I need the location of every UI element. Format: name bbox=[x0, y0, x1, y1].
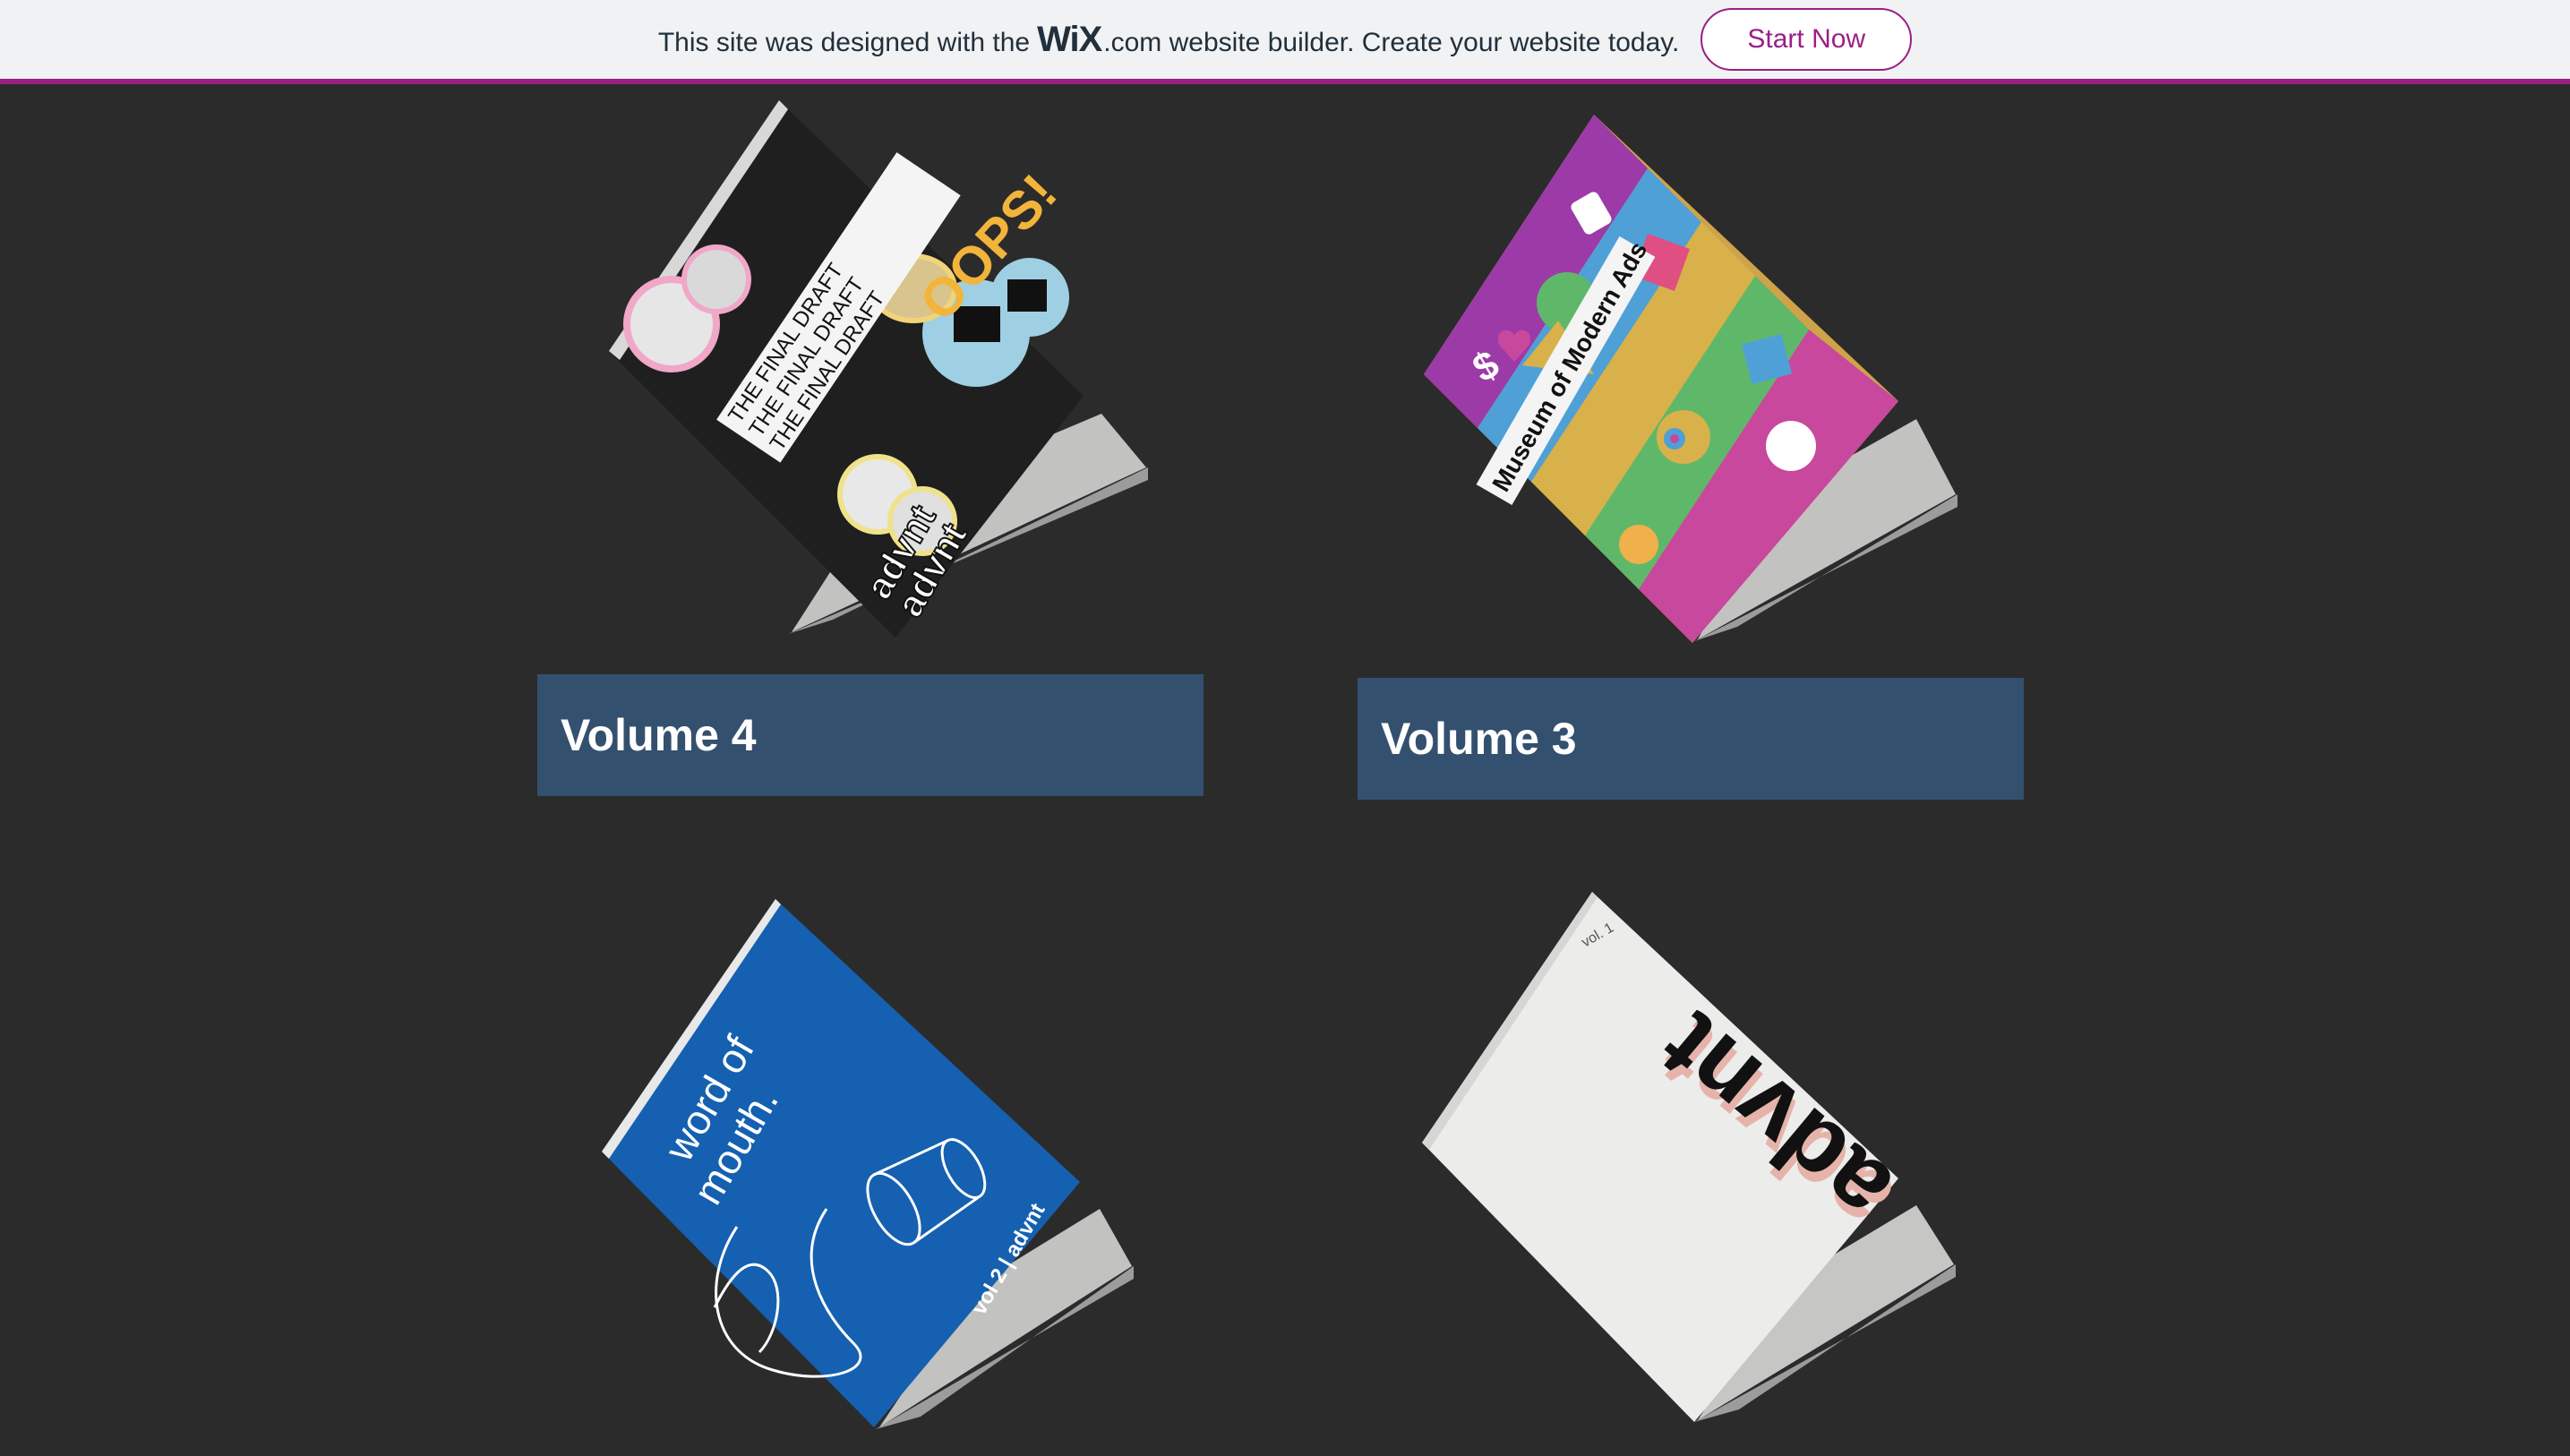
volume-3-title: Volume 3 bbox=[1381, 714, 1577, 764]
start-now-button[interactable]: Start Now bbox=[1700, 8, 1913, 71]
wix-dotcom: .com bbox=[1103, 27, 1162, 57]
magazine-volume-2-image: word of mouth. vol 2 | advnt bbox=[602, 899, 1134, 1429]
banner-prefix: This site was designed with the bbox=[657, 27, 1031, 57]
magazine-volume-1[interactable]: vol. 1 advnt advnt bbox=[1415, 892, 1970, 1429]
wix-promo-banner: This site was designed with the WiX .com … bbox=[0, 0, 2570, 84]
magazine-volume-2[interactable]: word of mouth. vol 2 | advnt bbox=[598, 895, 1153, 1442]
magazine-volume-1-image: vol. 1 advnt advnt bbox=[1422, 892, 1956, 1422]
volume-4-title: Volume 4 bbox=[561, 710, 757, 760]
volume-3-title-box[interactable]: Volume 3 bbox=[1358, 678, 2024, 800]
wix-logo[interactable]: WiX bbox=[1037, 20, 1102, 60]
volume-4-title-box[interactable]: Volume 4 bbox=[537, 674, 1204, 796]
magazine-volume-4-image: OOPS! THE FINAL DRAFT THE FINAL DRAFT TH… bbox=[609, 100, 1148, 638]
magazine-volume-3-image: $ Museum of Modern Ads bbox=[1424, 115, 1957, 643]
magazine-volume-3[interactable]: $ Museum of Modern Ads bbox=[1415, 115, 1970, 652]
magazine-volume-4[interactable]: OOPS! THE FINAL DRAFT THE FINAL DRAFT TH… bbox=[600, 100, 1155, 647]
banner-suffix: website builder. Create your website tod… bbox=[1169, 27, 1680, 57]
banner-message: This site was designed with the WiX .com … bbox=[658, 20, 1680, 60]
